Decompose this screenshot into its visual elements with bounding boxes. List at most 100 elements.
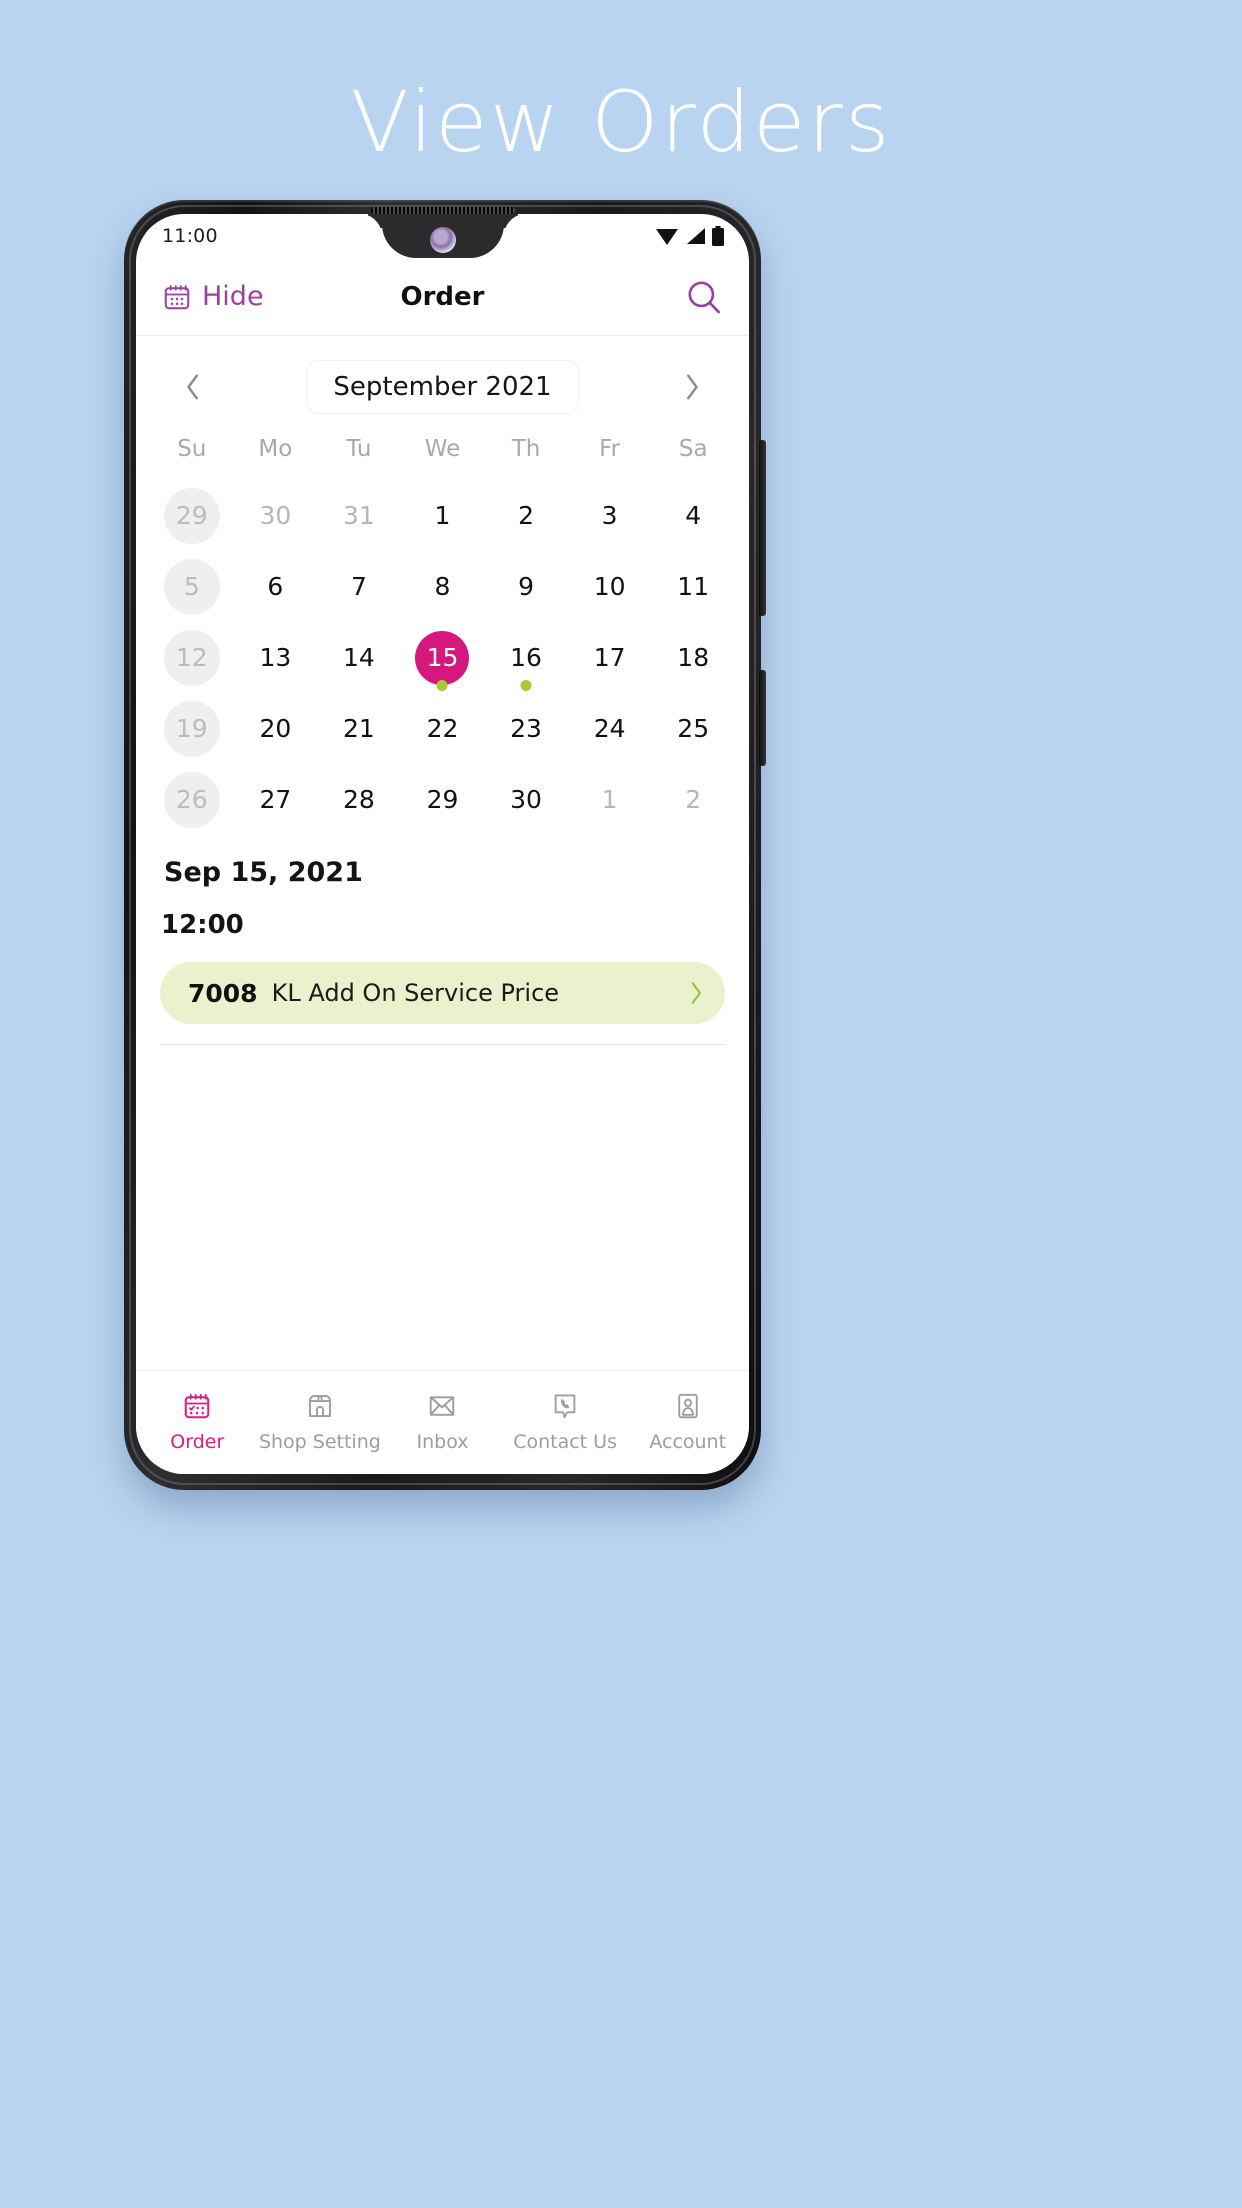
calendar-day-cell[interactable]: 21	[317, 693, 401, 764]
search-button[interactable]	[683, 276, 725, 318]
chevron-right-icon	[687, 374, 698, 400]
status-bar: 11:00	[136, 214, 749, 258]
calendar-day-cell[interactable]: 27	[234, 764, 318, 835]
calendar-day-number: 30	[259, 501, 292, 530]
calendar-day-number: 24	[593, 714, 626, 743]
calendar-day-cell[interactable]: 19	[150, 693, 234, 764]
calendar-day-cell[interactable]: 9	[484, 551, 568, 622]
volume-button[interactable]	[759, 440, 766, 616]
calendar-day-cell[interactable]: 20	[234, 693, 318, 764]
calendar-day-cell[interactable]: 13	[234, 622, 318, 693]
hide-calendar-button[interactable]: Hide	[162, 281, 264, 312]
orders-list: 7008 KL Add On Service Price	[160, 962, 725, 1024]
calendar-day-number: 27	[259, 785, 292, 814]
status-icons	[655, 225, 725, 247]
weekday-label-tu: Tu	[346, 436, 372, 462]
calendar-day-cell[interactable]: 6	[234, 551, 318, 622]
calendar-day-number: 22	[426, 714, 459, 743]
battery-icon	[712, 226, 724, 246]
phone-device-frame: 11:00 Hide Order September 2021 Su Mo Tu…	[124, 200, 766, 1490]
calendar-day-cell[interactable]: 8	[401, 551, 485, 622]
nav-item-label: Shop Setting	[258, 1430, 381, 1453]
chevron-left-icon	[187, 374, 198, 400]
calendar-day-cell[interactable]: 16	[484, 622, 568, 693]
calendar-day-number: 14	[343, 643, 375, 672]
event-dot-icon	[436, 680, 448, 691]
weekday-label-su: Su	[177, 436, 207, 462]
nav-item-label: Contact Us	[513, 1430, 617, 1453]
calendar-day-cell[interactable]: 30	[234, 480, 318, 551]
calendar-day-number: 25	[677, 714, 710, 743]
calendar-day-cell[interactable]: 28	[317, 764, 401, 835]
calendar-day-cell[interactable]: 1	[401, 480, 485, 551]
month-label[interactable]: September 2021	[306, 360, 579, 414]
calendar-day-cell[interactable]: 3	[568, 480, 652, 551]
earpiece-speaker	[370, 207, 515, 214]
calendar-day-number: 29	[426, 785, 459, 814]
calendar-day-cell[interactable]: 24	[568, 693, 652, 764]
phone-screen: 11:00 Hide Order September 2021 Su Mo Tu…	[136, 214, 749, 1474]
weekday-label-sa: Sa	[678, 436, 708, 462]
calendar-day-number: 16	[510, 643, 542, 672]
calendar-day-number: 19	[163, 700, 220, 757]
calendar-day-cell[interactable]: 29	[401, 764, 485, 835]
calendar-day-cell[interactable]: 5	[150, 551, 234, 622]
calendar-day-number: 6	[267, 572, 284, 601]
calendar-day-cell[interactable]: 15	[401, 622, 485, 693]
calendar-day-number: 10	[593, 572, 626, 601]
calendar-day-number: 23	[510, 714, 542, 743]
nav-item-shop-setting[interactable]: Shop Setting	[259, 1389, 382, 1453]
selected-date-heading: Sep 15, 2021	[164, 857, 363, 888]
calendar-day-number: 30	[510, 785, 542, 814]
calendar-day-cell[interactable]: 29	[150, 480, 234, 551]
calendar-day-cell[interactable]: 30	[484, 764, 568, 835]
calendar-day-number: 21	[343, 714, 375, 743]
calendar-day-number: 4	[685, 501, 702, 530]
calendar-day-number: 11	[677, 572, 710, 601]
search-icon	[688, 281, 721, 313]
envelope-icon	[427, 1389, 457, 1423]
calendar-day-cell[interactable]: 2	[484, 480, 568, 551]
calendar-day-cell[interactable]: 12	[150, 622, 234, 693]
calendar-day-cell[interactable]: 10	[568, 551, 652, 622]
calendar-day-cell[interactable]: 1	[568, 764, 652, 835]
order-card[interactable]: 7008 KL Add On Service Price	[160, 962, 725, 1024]
chevron-right-icon[interactable]	[687, 980, 705, 1006]
page-title: View Orders	[350, 73, 892, 171]
calendar-day-cell[interactable]: 22	[401, 693, 485, 764]
calendar-day-cell[interactable]: 18	[651, 622, 735, 693]
nav-item-order[interactable]: Order	[136, 1389, 259, 1453]
previous-month-button[interactable]	[170, 364, 216, 410]
calendar-check-icon	[182, 1389, 212, 1423]
calendar-day-number: 17	[593, 643, 626, 672]
calendar-day-number: 26	[163, 771, 220, 828]
calendar-day-cell[interactable]: 14	[317, 622, 401, 693]
power-button[interactable]	[759, 670, 766, 766]
calendar-day-cell[interactable]: 25	[651, 693, 735, 764]
calendar-day-cell[interactable]: 11	[651, 551, 735, 622]
calendar-day-cell[interactable]: 17	[568, 622, 652, 693]
calendar-day-cell[interactable]: 7	[317, 551, 401, 622]
next-month-button[interactable]	[669, 364, 715, 410]
calendar-icon	[164, 284, 190, 309]
calendar-day-cell[interactable]: 26	[150, 764, 234, 835]
nav-item-inbox[interactable]: Inbox	[381, 1389, 504, 1453]
nav-item-account[interactable]: Account	[626, 1389, 749, 1453]
calendar-day-number: 3	[601, 501, 618, 530]
nav-item-contact-us[interactable]: Contact Us	[504, 1389, 627, 1453]
month-navigation-bar: September 2021	[150, 350, 735, 424]
calendar-day-number: 7	[350, 572, 367, 601]
app-header: Hide Order	[136, 258, 749, 336]
hide-label: Hide	[202, 281, 264, 312]
wifi-icon	[656, 229, 678, 245]
calendar-day-number: 15	[415, 630, 470, 685]
calendar-widget: September 2021 Su Mo Tu We Th Fr Sa 29 30 31 1 2 3 4…	[136, 336, 749, 835]
calendar-day-cell[interactable]: 23	[484, 693, 568, 764]
calendar-day-number: 20	[259, 714, 292, 743]
calendar-day-cell[interactable]: 31	[317, 480, 401, 551]
orders-divider	[160, 1044, 725, 1045]
calendar-day-cell[interactable]: 2	[651, 764, 735, 835]
weekday-label-mo: Mo	[258, 436, 293, 462]
calendar-day-number: 2	[685, 785, 702, 814]
calendar-day-cell[interactable]: 4	[651, 480, 735, 551]
